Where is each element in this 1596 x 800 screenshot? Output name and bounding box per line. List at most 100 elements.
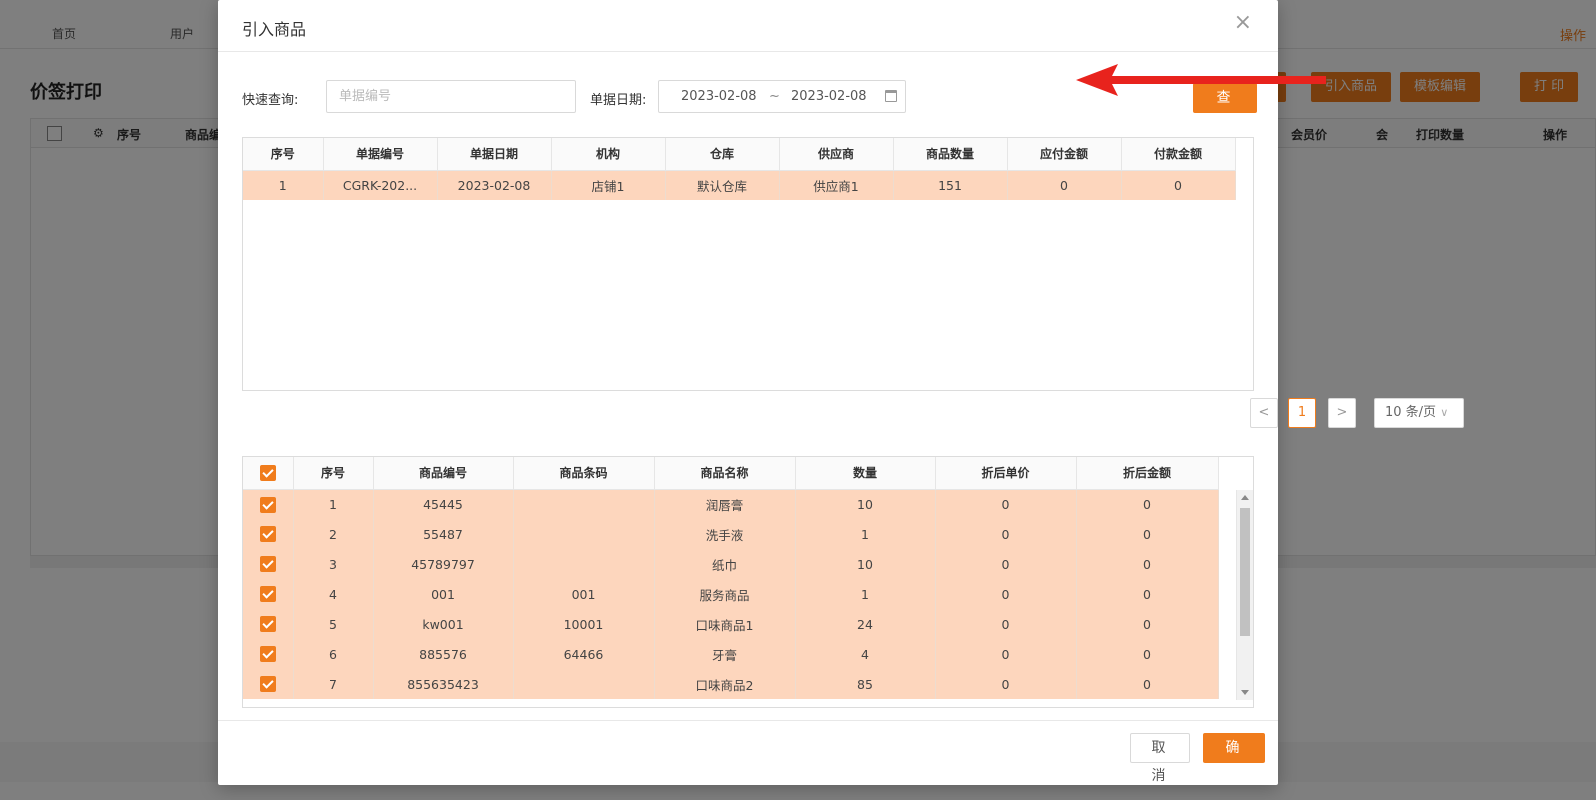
cancel-button[interactable]: 取消 — [1130, 733, 1190, 784]
item-table-scrollbar[interactable] — [1236, 490, 1253, 700]
doc-table-grid: 序号 单据编号 单据日期 机构 仓库 供应商 商品数量 应付金额 付款金额 1 CGRK-202.… — [243, 138, 1236, 200]
table-cell: 润唇膏 — [654, 489, 796, 519]
table-row[interactable]: 4 001 001 服务商品 1 0 0 — [243, 579, 1219, 609]
table-cell: 0 — [1076, 669, 1219, 699]
table-row[interactable]: 5 kw001 10001 口味商品1 24 0 0 — [243, 609, 1219, 639]
row-checkbox[interactable] — [243, 549, 294, 579]
table-cell: 7 — [293, 669, 374, 699]
table-row[interactable]: 1 CGRK-202... 2023-02-08 店铺1 默认仓库 供应商1 151 0 0 — [243, 170, 1236, 200]
prev-page-button[interactable]: < — [1250, 398, 1278, 428]
table-cell: 001 — [373, 579, 514, 609]
table-cell: 0 — [935, 609, 1077, 639]
date-range-picker[interactable]: 2023-02-08 ~ 2023-02-08 — [658, 80, 906, 113]
item-table-body: 1 45445 润唇膏 10 0 0 2 55487 洗手液 1 0 0 3 45789797 纸巾 10 0 0… — [243, 489, 1219, 699]
table-cell: 45445 — [373, 489, 514, 519]
quick-search-input[interactable] — [327, 81, 575, 112]
table-cell: 4 — [293, 579, 374, 609]
table-cell: 口味商品1 — [654, 609, 796, 639]
table-cell: 1 — [795, 579, 936, 609]
scroll-spacer-cell — [1218, 579, 1219, 609]
arrow-shape — [1076, 64, 1326, 96]
checkbox-checked-icon[interactable] — [259, 646, 276, 663]
checkbox-checked-icon[interactable] — [259, 556, 276, 573]
row-checkbox[interactable] — [243, 489, 294, 519]
table-cell: 1 — [243, 170, 324, 200]
doc-th: 机构 — [551, 138, 666, 171]
quick-search-label: 快速查询: — [242, 93, 299, 108]
checkbox-checked-icon[interactable] — [259, 464, 276, 481]
scroll-down-icon[interactable] — [1241, 690, 1249, 695]
row-checkbox[interactable] — [243, 669, 294, 699]
doc-th: 单据编号 — [323, 138, 438, 171]
checkbox-checked-icon[interactable] — [259, 586, 276, 603]
table-cell: 001 — [513, 579, 655, 609]
table-cell: 口味商品2 — [654, 669, 796, 699]
page-1-button[interactable]: 1 — [1288, 398, 1316, 428]
table-cell: 0 — [935, 579, 1077, 609]
table-cell: 0 — [1007, 170, 1122, 200]
item-th: 商品名称 — [654, 457, 796, 490]
table-cell: 默认仓库 — [665, 170, 780, 200]
table-cell: CGRK-202... — [323, 170, 438, 200]
select-all-checkbox[interactable] — [243, 457, 294, 490]
doc-table-header-row: 序号 单据编号 单据日期 机构 仓库 供应商 商品数量 应付金额 付款金额 — [243, 138, 1236, 171]
table-cell: 10 — [795, 549, 936, 579]
item-table-grid: 序号 商品编号 商品条码 商品名称 数量 折后单价 折后金额 1 45445 润唇膏 10 0 0 2 5… — [243, 457, 1219, 699]
row-checkbox[interactable] — [243, 609, 294, 639]
item-th: 序号 — [293, 457, 374, 490]
table-row[interactable]: 7 855635423 口味商品2 85 0 0 — [243, 669, 1219, 699]
table-cell: kw001 — [373, 609, 514, 639]
scroll-spacer-cell — [1218, 489, 1219, 519]
table-cell: 2 — [293, 519, 374, 549]
page-size-select[interactable]: 10 条/页 ∨ — [1374, 398, 1464, 428]
dialog-title: 引入商品 — [242, 20, 307, 39]
table-cell: 6 — [293, 639, 374, 669]
doc-th: 应付金额 — [1007, 138, 1122, 171]
dialog-header: 引入商品 × — [218, 0, 1278, 52]
scroll-up-icon[interactable] — [1241, 495, 1249, 500]
table-row[interactable]: 2 55487 洗手液 1 0 0 — [243, 519, 1219, 549]
table-cell: 5 — [293, 609, 374, 639]
table-row[interactable]: 1 45445 润唇膏 10 0 0 — [243, 489, 1219, 519]
table-cell: 885576 — [373, 639, 514, 669]
table-cell: 85 — [795, 669, 936, 699]
scroll-spacer-cell — [1218, 549, 1219, 579]
confirm-button[interactable]: 确定 — [1203, 733, 1265, 786]
table-cell: 0 — [935, 639, 1077, 669]
table-cell: 牙膏 — [654, 639, 796, 669]
checkbox-checked-icon[interactable] — [259, 496, 276, 513]
date-end[interactable]: 2023-02-08 — [791, 89, 867, 104]
table-cell: 151 — [893, 170, 1008, 200]
table-cell: 0 — [1076, 639, 1219, 669]
scroll-thumb[interactable] — [1240, 508, 1250, 636]
scroll-spacer-cell — [1218, 639, 1219, 669]
table-cell: 64466 — [513, 639, 655, 669]
row-checkbox[interactable] — [243, 579, 294, 609]
date-start[interactable]: 2023-02-08 — [681, 89, 757, 104]
table-cell: 55487 — [373, 519, 514, 549]
table-cell: 45789797 — [373, 549, 514, 579]
row-checkbox[interactable] — [243, 519, 294, 549]
scroll-spacer-cell — [1218, 519, 1219, 549]
calendar-icon[interactable] — [885, 90, 897, 102]
row-checkbox[interactable] — [243, 639, 294, 669]
table-cell: 店铺1 — [551, 170, 666, 200]
scroll-header-spacer — [1218, 457, 1219, 490]
checkbox-checked-icon[interactable] — [259, 526, 276, 543]
close-icon[interactable]: × — [1234, 12, 1252, 34]
checkbox-checked-icon[interactable] — [259, 676, 276, 693]
table-cell: 0 — [935, 489, 1077, 519]
checkbox-checked-icon[interactable] — [259, 616, 276, 633]
table-cell — [513, 549, 655, 579]
next-page-button[interactable]: > — [1328, 398, 1356, 428]
table-row[interactable]: 6 885576 64466 牙膏 4 0 0 — [243, 639, 1219, 669]
item-table-header-row: 序号 商品编号 商品条码 商品名称 数量 折后单价 折后金额 — [243, 457, 1219, 490]
table-row[interactable]: 3 45789797 纸巾 10 0 0 — [243, 549, 1219, 579]
table-cell — [513, 669, 655, 699]
quick-search-field[interactable] — [326, 80, 576, 113]
item-th: 商品编号 — [373, 457, 514, 490]
doc-table-body: 1 CGRK-202... 2023-02-08 店铺1 默认仓库 供应商1 151 0 0 — [243, 170, 1236, 200]
table-cell: 0 — [935, 549, 1077, 579]
page-size-value: 10 条/页 — [1385, 405, 1437, 420]
table-cell: 10001 — [513, 609, 655, 639]
